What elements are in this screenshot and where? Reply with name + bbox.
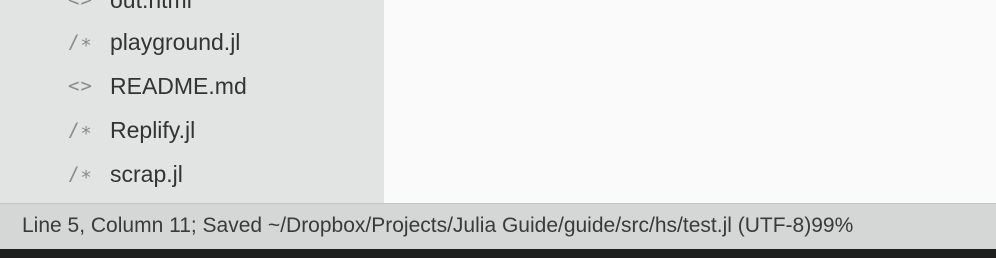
sidebar-item-scrap-jl[interactable]: /∗ scrap.jl [0,152,384,196]
markdown-file-icon: <> [68,75,93,97]
status-text: Line 5, Column 11; Saved ~/Dropbox/Proje… [22,214,854,237]
julia-file-icon: /∗ [68,119,93,141]
sidebar-item-out-html[interactable]: <> out.html [0,0,384,22]
html-file-icon: <> [68,0,93,11]
sidebar-item-label: Replify.jl [110,116,196,143]
sidebar-item-replify-jl[interactable]: /∗ Replify.jl [0,108,384,152]
status-bar: Line 5, Column 11; Saved ~/Dropbox/Proje… [0,203,996,249]
sidebar-item-label: README.md [110,72,247,99]
bottom-divider [0,249,996,258]
sidebar-item-label: out.html [110,0,192,14]
julia-file-icon: /∗ [68,163,93,185]
file-sidebar: <> out.html /∗ playground.jl <> README.m… [0,0,384,203]
sidebar-item-label: playground.jl [110,28,241,55]
sidebar-item-readme-md[interactable]: <> README.md [0,64,384,108]
sidebar-item-playground-jl[interactable]: /∗ playground.jl [0,20,384,64]
editor-window: <> out.html /∗ playground.jl <> README.m… [0,0,996,258]
editor-pane[interactable] [384,0,996,203]
sidebar-item-label: scrap.jl [110,160,183,187]
julia-file-icon: /∗ [68,31,93,53]
